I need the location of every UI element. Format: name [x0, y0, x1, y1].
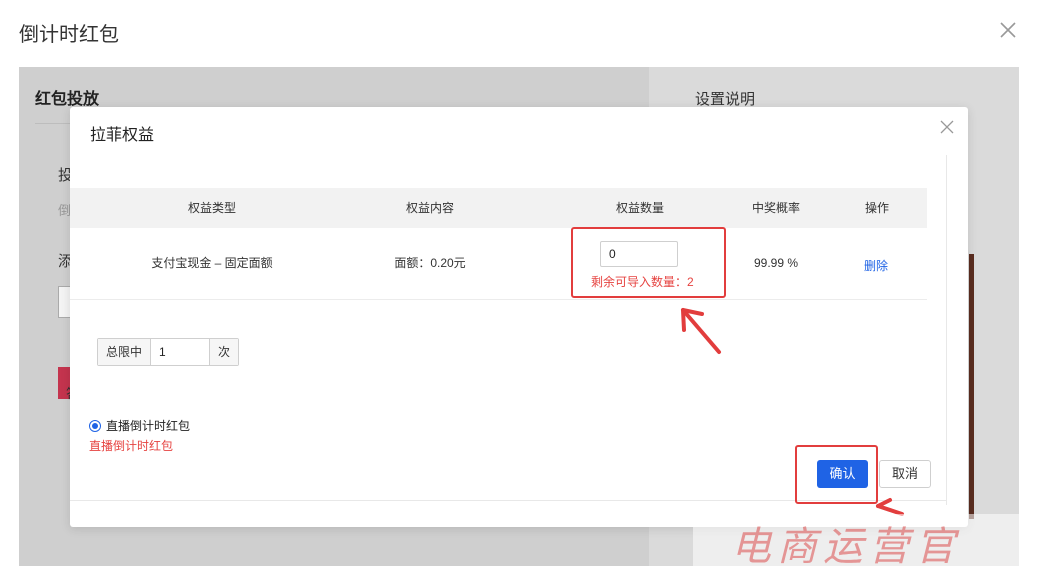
watermark: 电商运营官 [693, 514, 1019, 580]
arrow-icon [681, 308, 721, 354]
arrow-icon [876, 498, 904, 516]
annotation-arrows [681, 308, 904, 516]
